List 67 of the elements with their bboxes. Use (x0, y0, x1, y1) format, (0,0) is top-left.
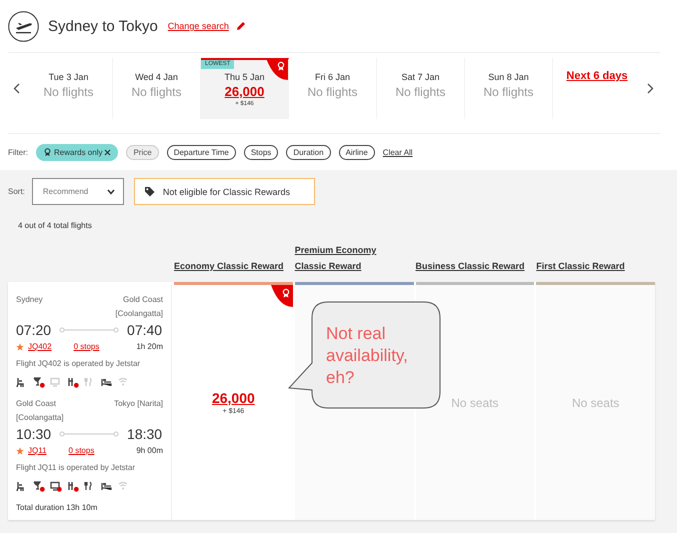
sort-label: Sort: (8, 187, 25, 196)
date-label: Wed 4 Jan (135, 71, 178, 84)
chevron-left-icon[interactable] (13, 83, 20, 94)
close-icon (104, 148, 112, 156)
operator-text: Flight JQ402 is operated by Jetstar (16, 358, 142, 370)
date-tab[interactable]: Sat 7 Jan No flights (377, 58, 465, 119)
chevron-down-icon (106, 188, 115, 194)
date-label: Fri 6 Jan (314, 71, 350, 84)
star-icon (16, 343, 24, 351)
origin-city: Gold Coast [Coolangatta] (16, 398, 65, 424)
route-line (59, 327, 120, 333)
flight-number-link[interactable]: JQ402 (28, 339, 52, 355)
flight-status: No flights (307, 84, 358, 100)
flight-status: No flights (483, 84, 534, 100)
filter-chip[interactable]: Airline (338, 144, 375, 160)
departure-time: 07:20 (16, 321, 52, 339)
sort-dropdown[interactable]: Recommend (32, 178, 124, 205)
arrival-time: 07:40 (127, 321, 162, 339)
arrival-time: 18:30 (127, 425, 162, 443)
flight-count: 4 out of 4 total flights (18, 220, 93, 232)
filter-chip[interactable]: Duration (286, 144, 331, 160)
no-seats-text: No seats (572, 396, 620, 410)
flight-status: No flights (395, 84, 446, 100)
column-header[interactable]: First Classic Reward (536, 258, 655, 274)
no-seats-text: No seats (451, 396, 499, 410)
medal-icon (43, 147, 52, 157)
page-title: Sydney to Tokyo (48, 18, 158, 34)
column-header[interactable]: Premium Economy Classic Reward (294, 242, 414, 274)
flight-duration: 9h 00m (136, 445, 163, 457)
destination-city: Gold Coast [Coolangatta] (114, 294, 163, 320)
change-search-link[interactable]: Change search (168, 21, 229, 31)
notice-text: Not eligible for Classic Rewards (162, 186, 290, 196)
pencil-icon (236, 21, 246, 31)
date-tab[interactable]: Sun 8 Jan No flights (465, 58, 553, 119)
date-label: Thu 5 Jan (224, 71, 265, 84)
next-days-link[interactable]: Next 6 days (566, 70, 628, 84)
stops-link[interactable]: 0 stops (74, 339, 100, 355)
filter-chip[interactable]: Stops (244, 144, 278, 160)
points-price[interactable]: 26,000 (212, 388, 255, 406)
callout-text: Not real availability, eh? (326, 323, 409, 389)
flight-number-link[interactable]: JQ11 (28, 443, 47, 459)
filter-chip[interactable]: Departure Time (166, 144, 236, 160)
date-label: Sun 8 Jan (488, 71, 529, 84)
star-icon (16, 447, 24, 455)
departure-time: 10:30 (16, 425, 52, 443)
destination-city: Tokyo [Narita] (114, 398, 163, 410)
column-header[interactable]: Economy Classic Reward (174, 258, 293, 274)
chevron-right-icon[interactable] (647, 83, 654, 94)
flight-duration: 1h 20m (136, 341, 163, 353)
points-price: 26,000 (224, 84, 264, 100)
date-label: Tue 3 Jan (48, 71, 88, 84)
clear-all-link[interactable]: Clear All (382, 148, 413, 156)
filter-label: Filter: (8, 148, 28, 156)
flight-status: No flights (43, 84, 94, 100)
operator-text: Flight JQ11 is operated by Jetstar (16, 462, 136, 474)
route-line (59, 431, 120, 437)
filter-chip[interactable]: Rewards only (36, 144, 118, 160)
date-tab[interactable]: Fri 6 Jan No flights (289, 58, 377, 119)
date-tab[interactable]: Tue 3 Jan No flights (25, 58, 113, 119)
column-header[interactable]: Business Classic Reward (416, 258, 534, 274)
origin-city: Sydney (16, 294, 43, 306)
date-label: Sat 7 Jan (401, 71, 440, 84)
plane-icon (8, 10, 39, 42)
tag-icon (144, 186, 155, 197)
stops-link[interactable]: 0 stops (68, 443, 94, 459)
total-duration: Total duration 13h 10m (16, 502, 98, 514)
flight-status: No flights (131, 84, 182, 100)
